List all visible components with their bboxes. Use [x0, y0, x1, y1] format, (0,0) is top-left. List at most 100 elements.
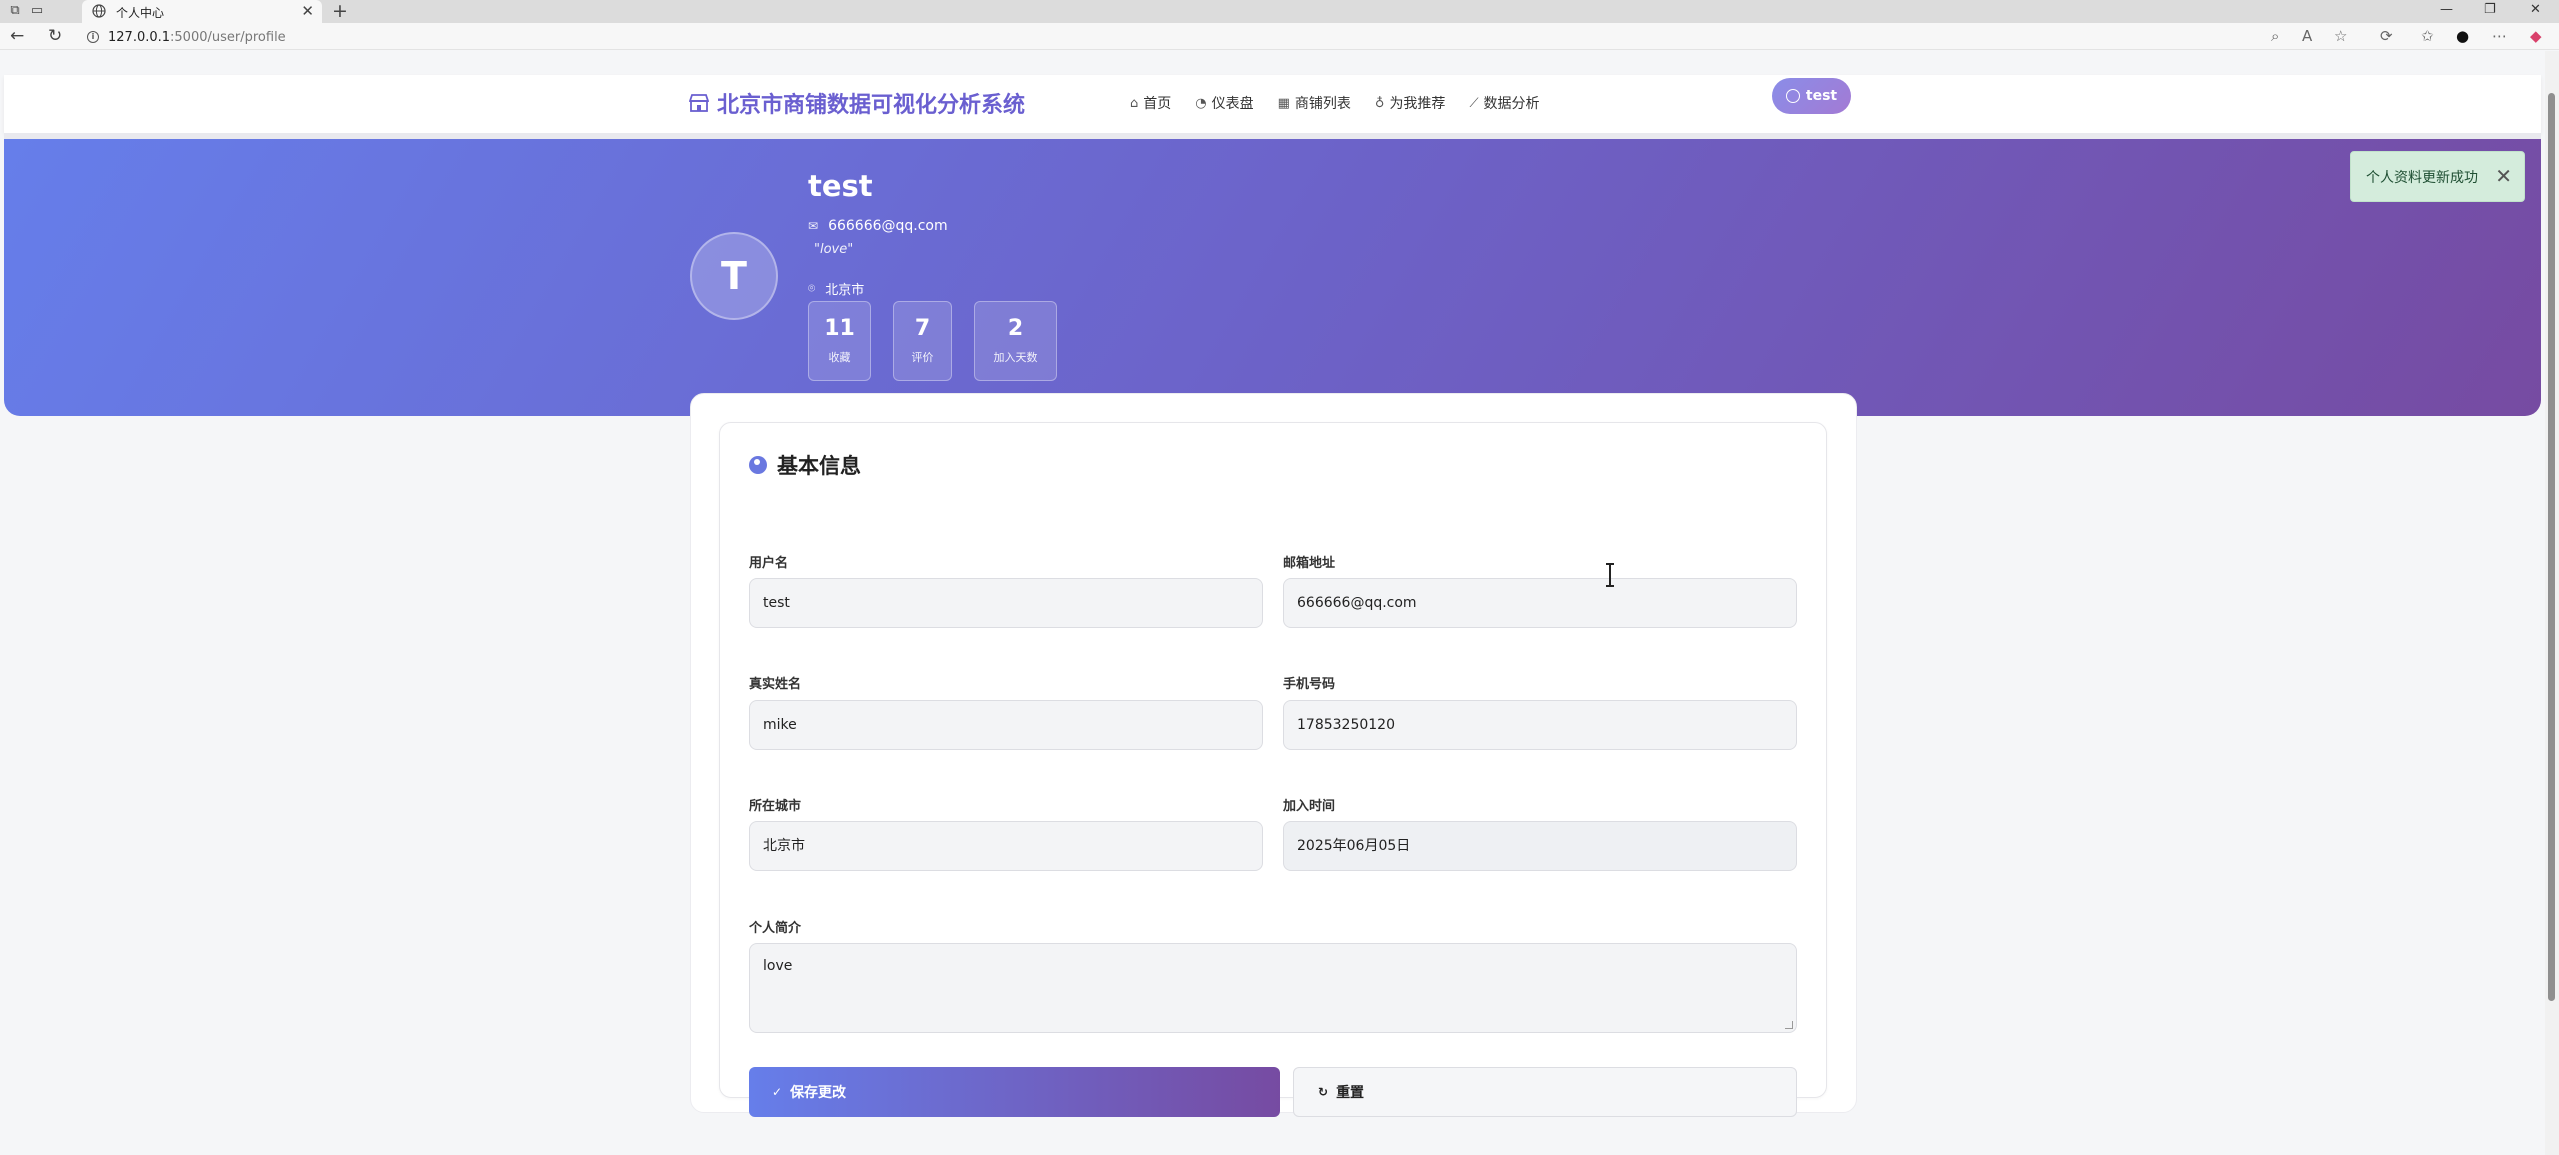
check-icon: ✓	[772, 1085, 783, 1099]
email-field[interactable]: 666666@qq.com	[1283, 578, 1797, 628]
profile-email: 666666@qq.com	[828, 218, 948, 234]
dashboard-icon: ◔	[1195, 95, 1207, 111]
copilot-icon[interactable]: ◆	[2530, 27, 2542, 45]
nav-home[interactable]: ⌂ 首页	[1130, 93, 1171, 113]
profile-city-row: ⌾ 北京市	[808, 279, 864, 298]
extension-cat-icon[interactable]: ●	[2456, 27, 2469, 45]
nav-recommend[interactable]: ♁ 为我推荐	[1375, 93, 1446, 113]
zoom-icon[interactable]: ⌕	[2271, 27, 2279, 45]
window-close-icon[interactable]: ✕	[2530, 2, 2541, 17]
reload-icon[interactable]: ↻	[48, 26, 62, 46]
profile-name: test	[808, 169, 873, 203]
realname-field[interactable]: mike	[749, 700, 1263, 750]
phone-field[interactable]: 17853250120	[1283, 700, 1797, 750]
more-menu-icon[interactable]: ⋯	[2492, 27, 2507, 45]
nav-analysis-label: 数据分析	[1483, 96, 1540, 112]
bio-text: love	[763, 958, 793, 974]
bio-textarea[interactable]: love	[749, 943, 1797, 1033]
save-button-label: 保存更改	[790, 1085, 847, 1101]
shop-icon: ▦	[1277, 95, 1290, 111]
page-scrollbar[interactable]	[2545, 51, 2559, 1155]
section-title: 基本信息	[749, 450, 861, 480]
user-icon	[1785, 89, 1800, 103]
scrollbar-thumb[interactable]	[2548, 93, 2555, 1001]
nav-dashboard[interactable]: ◔ 仪表盘	[1195, 93, 1253, 113]
stat-reviews[interactable]: 7 评价	[893, 301, 952, 381]
reset-icon: ↻	[1318, 1085, 1329, 1099]
url-host: 127.0.0.1	[108, 29, 171, 45]
phone-label: 手机号码	[1283, 677, 1336, 692]
joined-date-field: 2025年06月05日	[1283, 821, 1797, 871]
url-field[interactable]: i 127.0.0.1:5000/user/profile	[87, 28, 286, 46]
shop-icon	[689, 94, 709, 112]
stat-value: 11	[824, 316, 855, 341]
email-label: 邮箱地址	[1283, 556, 1336, 571]
stat-favorites[interactable]: 11 收藏	[808, 301, 871, 381]
joined-label: 加入时间	[1283, 799, 1336, 814]
address-bar: ← ↻ i 127.0.0.1:5000/user/profile ⌕ A ☆ …	[0, 23, 2559, 50]
mail-icon: ✉	[808, 219, 819, 233]
site-navbar: 北京市商铺数据可视化分析系统 ⌂ 首页 ◔ 仪表盘 ▦ 商铺列表 ♁ 为我推荐 …	[4, 75, 2541, 133]
url-path: :5000/user/profile	[170, 29, 286, 45]
stat-label: 收藏	[828, 351, 851, 364]
browser-tab-bar: ⧉ ▭ 个人中心 ✕ + — ❐ ✕	[0, 0, 2559, 23]
city-field[interactable]: 北京市	[749, 821, 1263, 871]
chart-icon: ⟋	[1469, 95, 1479, 111]
back-icon[interactable]: ←	[10, 26, 24, 46]
save-button[interactable]: ✓ 保存更改	[749, 1067, 1280, 1117]
stat-days-joined[interactable]: 2 加入天数	[974, 301, 1057, 381]
bio-label: 个人简介	[749, 921, 802, 936]
nav-shop-list[interactable]: ▦ 商铺列表	[1278, 93, 1351, 113]
toast-close-icon[interactable]: ✕	[2495, 165, 2512, 187]
lightbulb-icon: ♁	[1374, 95, 1385, 111]
stat-value: 2	[1007, 316, 1024, 341]
tab-close-icon[interactable]: ✕	[301, 2, 314, 20]
main-menu: ⌂ 首页 ◔ 仪表盘 ▦ 商铺列表 ♁ 为我推荐 ⟋ 数据分析	[1130, 93, 1564, 113]
reset-button[interactable]: ↻ 重置	[1293, 1067, 1797, 1117]
refresh-extension-icon[interactable]: ⟳	[2380, 27, 2393, 45]
toast-message: 个人资料更新成功	[2366, 169, 2478, 186]
user-menu-label: test	[1805, 88, 1838, 104]
stat-label: 评价	[911, 351, 934, 364]
realname-label: 真实姓名	[749, 677, 802, 692]
nav-dashboard-label: 仪表盘	[1211, 96, 1254, 112]
tab-actions-icon[interactable]: ▭	[29, 3, 45, 19]
brand-title: 北京市商铺数据可视化分析系统	[717, 93, 1026, 118]
reset-button-label: 重置	[1336, 1085, 1365, 1101]
location-pin-icon: ⌾	[808, 281, 816, 295]
profile-bio: "love"	[814, 242, 854, 257]
new-tab-icon[interactable]: +	[332, 1, 348, 21]
workspaces-icon[interactable]: ⧉	[7, 3, 23, 19]
profile-header: T test ✉ 666666@qq.com "love" ⌾ 北京市 11 收…	[4, 139, 2541, 416]
globe-icon	[92, 4, 106, 18]
stat-label: 加入天数	[993, 351, 1038, 364]
success-toast: 个人资料更新成功 ✕	[2350, 151, 2525, 202]
site-info-icon[interactable]: i	[87, 31, 99, 43]
nav-recommend-label: 为我推荐	[1389, 96, 1446, 112]
text-cursor-icon	[1606, 563, 1614, 587]
section-title-text: 基本信息	[777, 454, 861, 478]
profile-stats: 11 收藏 7 评价 2 加入天数	[808, 301, 1079, 381]
avatar: T	[690, 232, 778, 320]
browser-tab[interactable]: 个人中心 ✕	[82, 0, 322, 23]
restore-icon[interactable]: ❐	[2484, 2, 2496, 17]
favorite-star-icon[interactable]: ☆	[2334, 27, 2347, 45]
nav-analysis[interactable]: ⟋ 数据分析	[1469, 93, 1539, 113]
nav-shop-list-label: 商铺列表	[1294, 96, 1351, 112]
username-field[interactable]: test	[749, 578, 1263, 628]
user-circle-icon	[749, 456, 767, 474]
profile-city: 北京市	[825, 283, 865, 298]
user-menu-button[interactable]: test	[1772, 78, 1851, 114]
tab-title: 个人中心	[116, 6, 165, 20]
stat-value: 7	[914, 316, 931, 341]
home-icon: ⌂	[1130, 95, 1139, 111]
site-brand[interactable]: 北京市商铺数据可视化分析系统	[689, 87, 1025, 119]
city-label: 所在城市	[749, 799, 802, 814]
favorites-icon[interactable]: ✩	[2421, 27, 2434, 45]
username-label: 用户名	[749, 556, 789, 571]
minimize-icon[interactable]: —	[2440, 2, 2453, 17]
resize-handle-icon[interactable]	[1785, 1021, 1793, 1029]
read-aloud-icon[interactable]: A	[2302, 27, 2312, 45]
profile-email-row: ✉ 666666@qq.com	[808, 218, 948, 234]
nav-home-label: 首页	[1143, 96, 1172, 112]
